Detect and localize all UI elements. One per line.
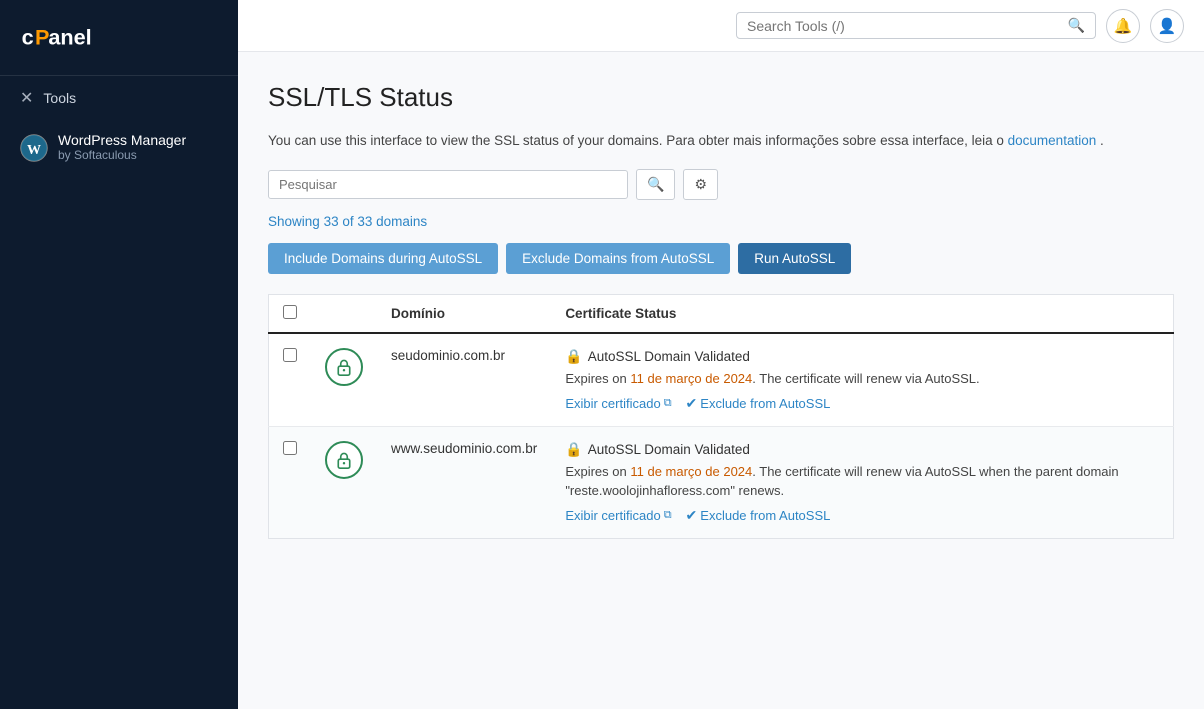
svg-text:P: P [35,24,49,49]
row-checkbox-cell [269,333,312,426]
view-certificate-link[interactable]: Exibir certificado ⧉ [565,508,671,523]
filter-input[interactable] [268,170,628,199]
col-header-cert: Certificate Status [551,295,1173,334]
cert-title-text: AutoSSL Domain Validated [588,349,750,364]
select-all-checkbox[interactable] [283,305,297,319]
cpanel-logo: c P anel [0,0,238,76]
documentation-link[interactable]: documentation [1008,133,1097,148]
svg-text:anel: anel [48,24,91,49]
wordpress-manager-subtitle: by Softaculous [58,148,186,162]
table-row: seudominio.com.br 🔒 AutoSSL Domain Validat… [269,333,1174,426]
cert-expires-text: Expires on 11 de março de 2024. The cert… [565,369,1159,389]
tools-icon: ✕ [20,88,33,108]
view-certificate-link[interactable]: Exibir certificado ⧉ [565,396,671,411]
table-row: www.seudominio.com.br 🔒 AutoSSL Domain Val… [269,426,1174,538]
search-icon: 🔍 [1068,17,1085,34]
search-input[interactable] [747,18,1068,34]
showing-count: 33 of 33 [324,214,373,229]
row-checkbox[interactable] [283,441,297,455]
exclude-from-autossl-link[interactable]: ✔ Exclude from AutoSSL [686,507,831,524]
cert-expiry-date: 11 de março de 2024 [630,371,752,386]
row-icon-cell [311,426,377,538]
description-text: You can use this interface to view the S… [268,133,1004,148]
showing-label: Showing [268,214,320,229]
sidebar: c P anel ✕ Tools W WordPress Manager by … [0,0,238,709]
col-header-checkbox [269,295,312,334]
topbar: 🔍 🔔 👤 [238,0,1204,52]
exclude-domains-button[interactable]: Exclude Domains from AutoSSL [506,243,730,274]
filter-settings-button[interactable]: ⚙ [683,169,718,200]
domain-ssl-icon [325,348,363,386]
cert-links: Exibir certificado ⧉ ✔ Exclude from AutoS… [565,395,1159,412]
wordpress-manager-text: WordPress Manager by Softaculous [58,132,186,162]
row-cert-status: 🔒 AutoSSL Domain Validated Expires on 11 d… [551,333,1173,426]
cert-title-text: AutoSSL Domain Validated [588,442,750,457]
col-header-icon [311,295,377,334]
row-checkbox-cell [269,426,312,538]
include-domains-button[interactable]: Include Domains during AutoSSL [268,243,498,274]
row-cert-status: 🔒 AutoSSL Domain Validated Expires on 11 d… [551,426,1173,538]
row-domain-name: www.seudominio.com.br [377,426,551,538]
action-buttons: Include Domains during AutoSSL Exclude D… [268,243,1174,274]
run-autossl-button[interactable]: Run AutoSSL [738,243,851,274]
filter-bar: 🔍 ⚙ [268,169,1174,200]
cert-status-title: 🔒 AutoSSL Domain Validated [565,348,1159,365]
cert-lock-icon: 🔒 [565,441,582,458]
description-end: . [1100,133,1104,148]
cert-links: Exibir certificado ⧉ ✔ Exclude from AutoS… [565,507,1159,524]
cert-expiry-date: 11 de março de 2024 [630,464,752,479]
filter-search-button[interactable]: 🔍 [636,169,675,200]
notification-button[interactable]: 🔔 [1106,9,1140,43]
external-link-icon: ⧉ [664,509,672,522]
main-area: 🔍 🔔 👤 SSL/TLS Status You can use this in… [238,0,1204,709]
sidebar-item-tools-label: Tools [43,90,76,106]
svg-text:c: c [22,24,35,49]
page-description: You can use this interface to view the S… [268,131,1174,151]
svg-text:W: W [27,143,41,158]
domains-table: Domínio Certificate Status seudominio.co… [268,294,1174,539]
search-bar[interactable]: 🔍 [736,12,1096,39]
col-header-domain: Domínio [377,295,551,334]
check-circle-icon: ✔ [686,507,698,524]
row-checkbox[interactable] [283,348,297,362]
user-icon: 👤 [1158,17,1177,35]
exclude-from-autossl-link[interactable]: ✔ Exclude from AutoSSL [686,395,831,412]
row-icon-cell [311,333,377,426]
domain-ssl-icon [325,441,363,479]
external-link-icon: ⧉ [664,397,672,410]
showing-text: Showing 33 of 33 domains [268,214,1174,229]
bell-icon: 🔔 [1114,17,1133,35]
page-title: SSL/TLS Status [268,82,1174,113]
user-button[interactable]: 👤 [1150,9,1184,43]
cert-status-title: 🔒 AutoSSL Domain Validated [565,441,1159,458]
content-area: SSL/TLS Status You can use this interfac… [238,52,1204,709]
wordpress-icon: W [20,134,48,162]
sidebar-item-tools[interactable]: ✕ Tools [0,76,238,120]
cert-expires-text: Expires on 11 de março de 2024. The cert… [565,462,1159,501]
check-circle-icon: ✔ [686,395,698,412]
cert-lock-icon: 🔒 [565,348,582,365]
row-domain-name: seudominio.com.br [377,333,551,426]
showing-suffix: domains [376,214,427,229]
sidebar-item-wordpress-manager[interactable]: W WordPress Manager by Softaculous [0,120,238,174]
wordpress-manager-name: WordPress Manager [58,132,186,148]
